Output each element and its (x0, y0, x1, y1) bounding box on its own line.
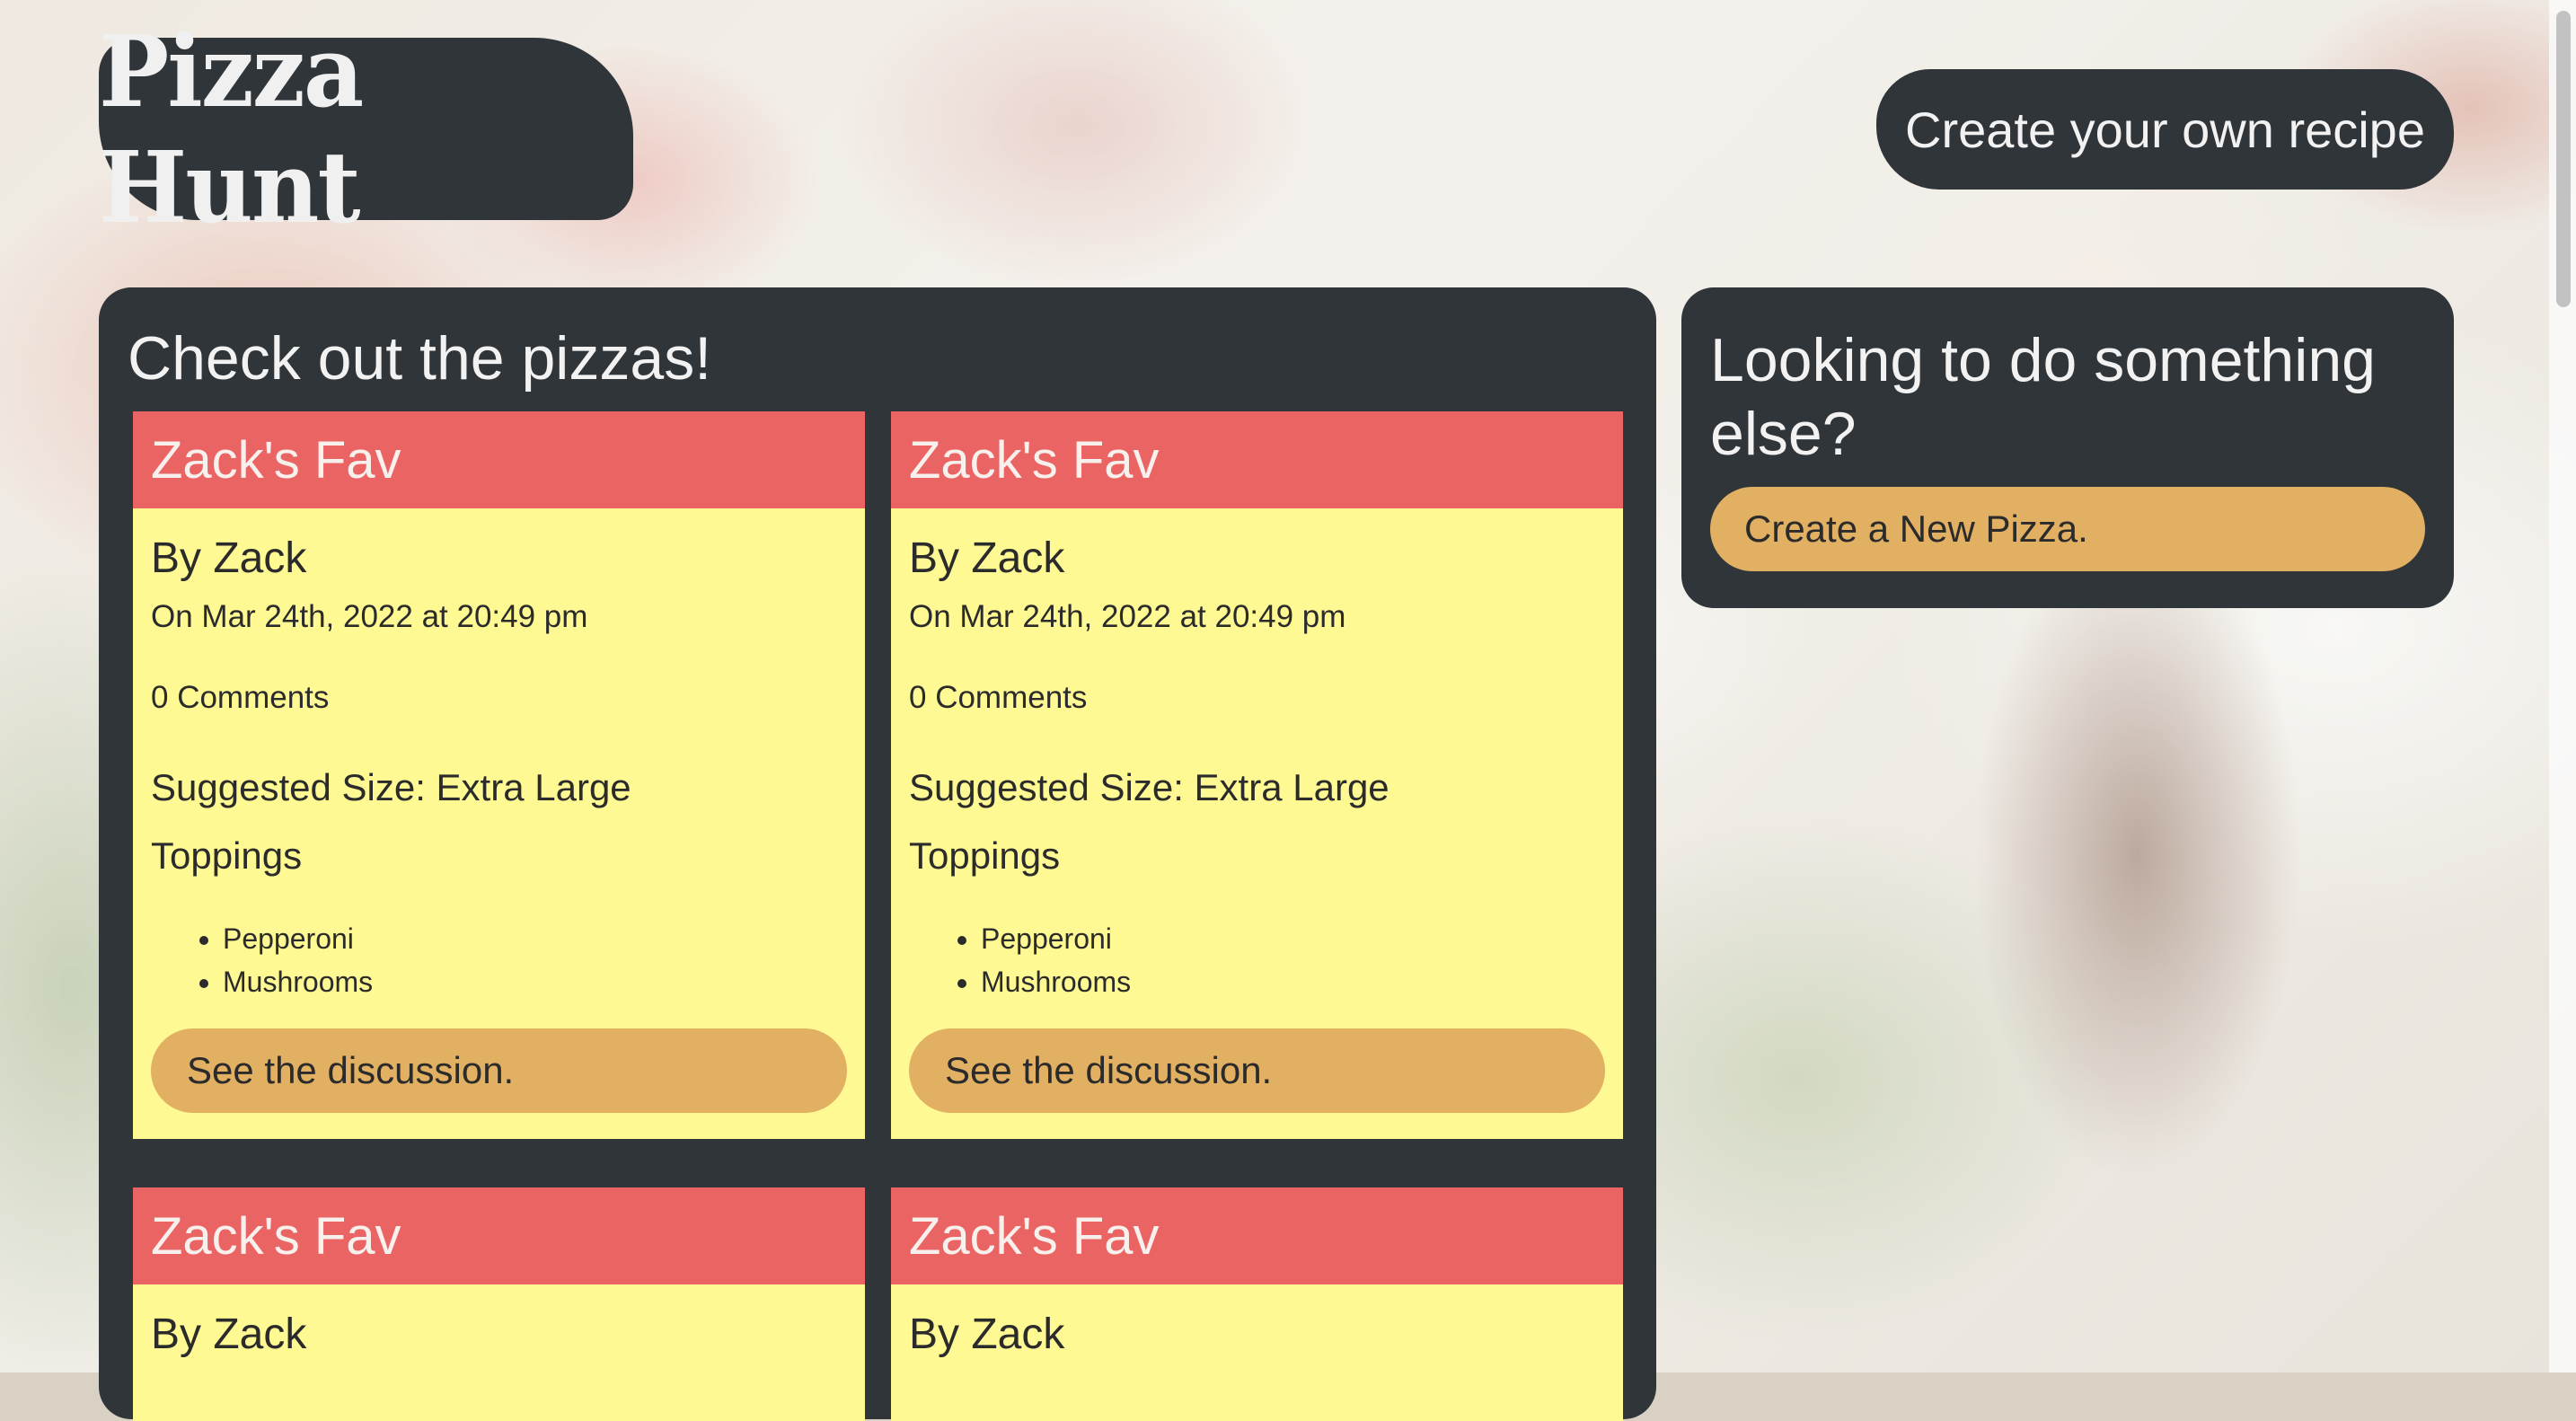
logo-text: Pizza Hunt (99, 13, 364, 245)
pizza-size: Suggested Size: Extra Large (151, 766, 631, 808)
create-new-pizza-button[interactable]: Create a New Pizza. (1710, 487, 2425, 571)
toppings-list: Pepperoni Mushrooms (151, 917, 847, 1003)
topping-item: Pepperoni (223, 917, 847, 960)
side-panel: Looking to do something else? Create a N… (1681, 287, 2454, 608)
scrollbar-thumb[interactable] (2556, 11, 2571, 307)
create-recipe-link[interactable]: Create your own recipe (1876, 69, 2454, 190)
pizza-author: By Zack (909, 534, 1065, 582)
site-logo[interactable]: Pizza Hunt (99, 13, 633, 245)
pizza-card: Zack's Fav By Zack On Mar 24th, 2022 at … (133, 411, 865, 1139)
pizza-card: Zack's Fav By Zack On Mar 24th, 2022 at … (891, 411, 1623, 1139)
pizza-name: Zack's Fav (891, 411, 1623, 508)
pizza-size: Suggested Size: Extra Large (909, 766, 1389, 808)
pizza-author: By Zack (909, 1311, 1065, 1358)
pizza-author: By Zack (151, 1311, 307, 1358)
pizza-list-panel: Check out the pizzas! Zack's Fav By Zack… (99, 287, 1656, 1421)
topping-item: Mushrooms (223, 960, 847, 1003)
pizza-name: Zack's Fav (133, 411, 865, 508)
side-panel-title: Looking to do something else? (1710, 326, 2376, 468)
see-discussion-button[interactable]: See the discussion. (909, 1028, 1605, 1113)
see-discussion-button[interactable]: See the discussion. (151, 1028, 847, 1113)
pizza-name: Zack's Fav (133, 1187, 865, 1284)
topping-item: Mushrooms (981, 960, 1605, 1003)
pizza-comment-count: 0 Comments (909, 680, 1088, 715)
toppings-label: Toppings (151, 834, 303, 877)
toppings-label: Toppings (909, 834, 1061, 877)
pizza-list-title: Check out the pizzas! (128, 324, 712, 393)
topping-item: Pepperoni (981, 917, 1605, 960)
pizza-card: Zack's Fav By Zack (891, 1187, 1623, 1421)
toppings-list: Pepperoni Mushrooms (909, 917, 1605, 1003)
pizza-comment-count: 0 Comments (151, 680, 330, 715)
pizza-date: On Mar 24th, 2022 at 20:49 pm (151, 599, 588, 634)
pizza-author: By Zack (151, 534, 307, 582)
page-scrollbar[interactable] (2549, 0, 2576, 1372)
pizza-name: Zack's Fav (891, 1187, 1623, 1284)
pizza-card: Zack's Fav By Zack (133, 1187, 865, 1421)
pizza-date: On Mar 24th, 2022 at 20:49 pm (909, 599, 1346, 634)
